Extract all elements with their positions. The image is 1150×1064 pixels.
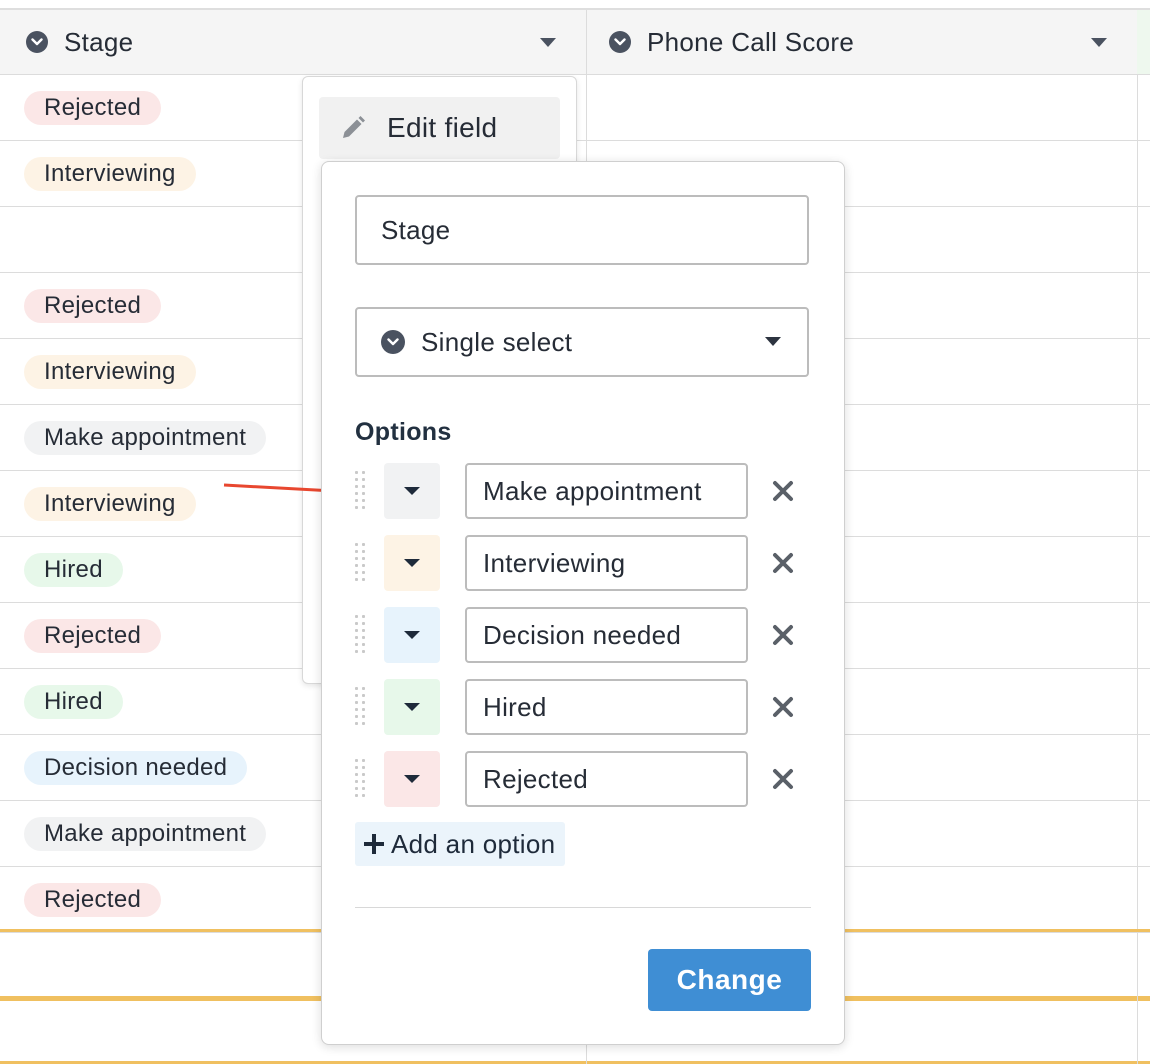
caret-down-icon bbox=[404, 631, 420, 639]
pencil-icon bbox=[343, 116, 365, 138]
divider bbox=[355, 907, 811, 908]
caret-down-icon[interactable] bbox=[1091, 38, 1107, 47]
grid-header: Stage Phone Call Score bbox=[0, 10, 1150, 75]
option-row: Rejected bbox=[355, 751, 815, 807]
drag-handle-icon[interactable] bbox=[355, 687, 367, 727]
stage-pill: Interviewing bbox=[24, 487, 196, 521]
column-divider bbox=[1137, 669, 1138, 734]
caret-down-icon bbox=[404, 559, 420, 567]
select-circle-icon bbox=[26, 31, 48, 53]
option-color-picker[interactable] bbox=[384, 463, 440, 519]
caret-down-icon bbox=[404, 703, 420, 711]
option-color-picker[interactable] bbox=[384, 679, 440, 735]
column-divider bbox=[1137, 537, 1138, 602]
stage-pill: Rejected bbox=[24, 289, 162, 323]
drag-handle-icon[interactable] bbox=[355, 615, 367, 655]
column-title: Phone Call Score bbox=[647, 26, 855, 57]
stage-pill: Decision needed bbox=[24, 751, 248, 785]
option-color-picker[interactable] bbox=[384, 751, 440, 807]
column-title: Stage bbox=[64, 26, 134, 57]
stage-pill: Hired bbox=[24, 685, 123, 719]
field-type-select[interactable]: Single select bbox=[355, 307, 809, 377]
option-row: Interviewing bbox=[355, 535, 815, 591]
column-divider bbox=[1137, 339, 1138, 404]
column-divider bbox=[1137, 801, 1138, 866]
stage-pill: Interviewing bbox=[24, 355, 196, 389]
option-label-input[interactable]: Decision needed bbox=[465, 607, 748, 663]
option-row: Make appointment bbox=[355, 463, 815, 519]
add-option-label: Add an option bbox=[391, 828, 556, 859]
stage-pill: Rejected bbox=[24, 91, 162, 125]
add-option-button[interactable]: Add an option bbox=[355, 822, 566, 866]
column-divider bbox=[1137, 735, 1138, 800]
option-color-picker[interactable] bbox=[384, 607, 440, 663]
drag-handle-icon[interactable] bbox=[355, 471, 367, 511]
field-type-label: Single select bbox=[421, 326, 573, 357]
stage-pill: Interviewing bbox=[24, 157, 196, 191]
option-label-input[interactable]: Hired bbox=[465, 679, 748, 735]
select-circle-icon bbox=[381, 330, 405, 354]
remove-option-icon[interactable] bbox=[770, 478, 796, 504]
stage-pill: Rejected bbox=[24, 619, 162, 653]
option-row: Hired bbox=[355, 679, 815, 735]
option-label-input[interactable]: Interviewing bbox=[465, 535, 748, 591]
column-divider bbox=[1137, 141, 1138, 206]
next-column-edge bbox=[1137, 10, 1150, 74]
plus-icon bbox=[364, 834, 384, 854]
column-divider bbox=[1137, 471, 1138, 536]
caret-down-icon bbox=[404, 775, 420, 783]
column-divider bbox=[586, 75, 587, 140]
change-button[interactable]: Change bbox=[648, 949, 811, 1011]
option-row: Decision needed bbox=[355, 607, 815, 663]
drag-handle-icon[interactable] bbox=[355, 543, 367, 583]
column-divider bbox=[1137, 867, 1138, 932]
stage-pill: Make appointment bbox=[24, 421, 267, 455]
remove-option-icon[interactable] bbox=[770, 550, 796, 576]
stage-pill: Make appointment bbox=[24, 817, 267, 851]
column-header-phone-call-score[interactable]: Phone Call Score bbox=[587, 10, 1138, 74]
column-divider bbox=[1137, 273, 1138, 338]
caret-down-icon bbox=[765, 337, 781, 346]
edit-field-label: Edit field bbox=[387, 112, 498, 143]
edit-field-menu-item[interactable]: Edit field bbox=[319, 97, 560, 159]
remove-option-icon[interactable] bbox=[770, 694, 796, 720]
option-label-input[interactable]: Rejected bbox=[465, 751, 748, 807]
remove-option-icon[interactable] bbox=[770, 622, 796, 648]
column-divider bbox=[1137, 932, 1138, 1064]
stage-pill: Rejected bbox=[24, 883, 162, 917]
caret-down-icon bbox=[404, 487, 420, 495]
option-color-picker[interactable] bbox=[384, 535, 440, 591]
column-header-stage[interactable]: Stage bbox=[0, 10, 587, 74]
remove-option-icon[interactable] bbox=[770, 766, 796, 792]
select-circle-icon bbox=[609, 31, 631, 53]
options-heading: Options bbox=[355, 418, 452, 446]
stage-pill: Hired bbox=[24, 553, 123, 587]
edit-field-panel: Stage Single select Options Make appoint… bbox=[321, 161, 845, 1045]
option-label-input[interactable]: Make appointment bbox=[465, 463, 748, 519]
column-divider bbox=[1137, 207, 1138, 272]
column-divider bbox=[1137, 75, 1138, 140]
column-divider bbox=[1137, 603, 1138, 668]
drag-handle-icon[interactable] bbox=[355, 759, 367, 799]
caret-down-icon[interactable] bbox=[540, 38, 556, 47]
field-name-input[interactable]: Stage bbox=[355, 195, 809, 265]
column-divider bbox=[1137, 405, 1138, 470]
